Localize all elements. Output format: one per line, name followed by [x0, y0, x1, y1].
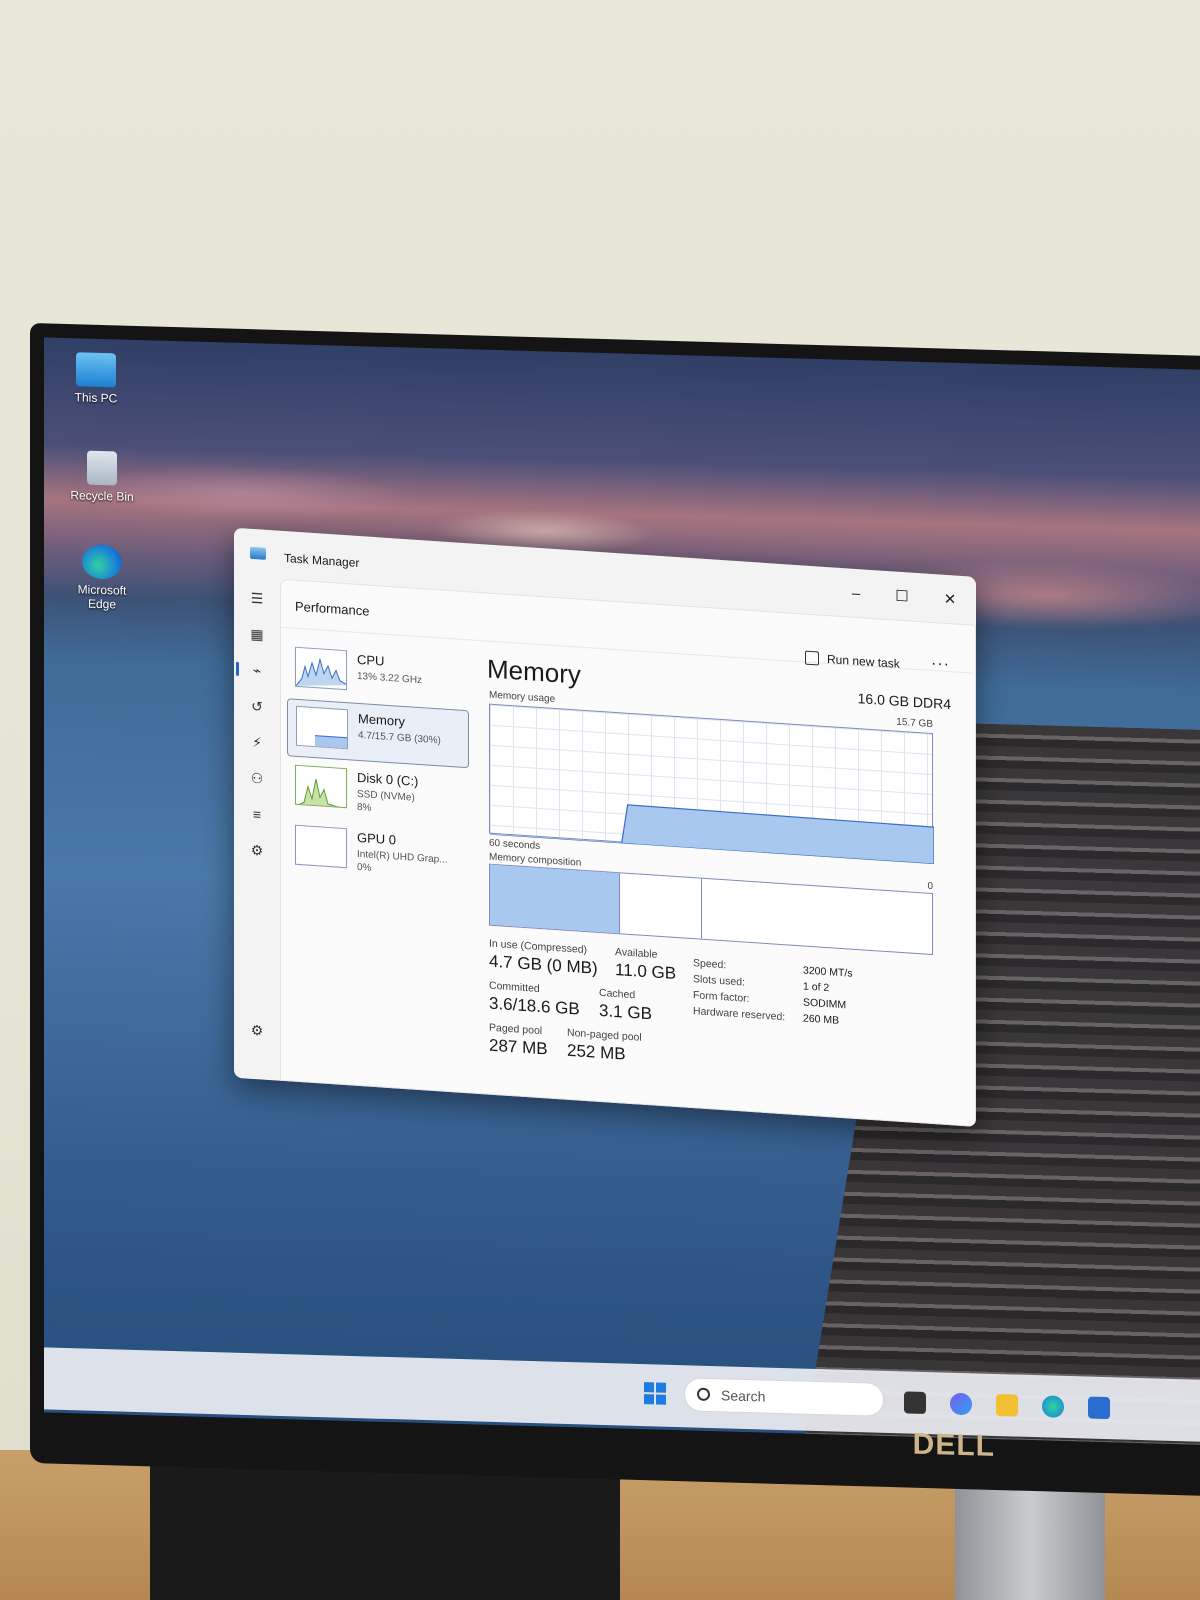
detail-title: Memory [487, 653, 581, 690]
gpu-thumbnail-graph [295, 824, 347, 869]
performance-icon[interactable]: ⌁ [244, 656, 270, 684]
cpu-thumbnail-graph [295, 646, 347, 691]
memory-usage-label: Memory usage [489, 689, 556, 706]
run-new-task-button[interactable]: Run new task [805, 650, 900, 671]
monitor-icon [76, 352, 116, 388]
memory-usage-max: 15.7 GB [896, 716, 933, 731]
memory-detail-panel: Memory 16.0 GB DDR4 Memory usage 15.7 GB… [487, 653, 957, 1124]
details-icon[interactable]: ≡ [244, 800, 270, 828]
window-title: Task Manager [284, 551, 360, 571]
startup-apps-icon[interactable]: ⚡ [244, 728, 270, 756]
form-factor-value: SODIMM [803, 996, 847, 1012]
resource-usage-percent: 0% [357, 861, 372, 874]
resource-name: CPU [357, 651, 385, 669]
page-title: Performance [295, 598, 370, 619]
memory-usage-plot [490, 804, 934, 865]
paged-pool-value: 287 MB [489, 1035, 548, 1059]
speed-value: 3200 MT/s [803, 964, 853, 980]
more-options-button[interactable]: ··· [931, 655, 950, 674]
monitor-brand-logo: DELL [912, 1427, 995, 1463]
start-button-icon[interactable] [644, 1382, 666, 1405]
committed-value: 3.6/18.6 GB [489, 993, 580, 1019]
form-factor-label: Form factor: [693, 989, 750, 1005]
slots-used-label: Slots used: [693, 973, 745, 989]
resource-name: Disk 0 (C:) [357, 769, 419, 789]
settings-icon[interactable]: ⚙ [244, 1016, 270, 1044]
paged-pool-label: Paged pool [489, 1021, 543, 1038]
graph-min-label: 0 [927, 880, 933, 893]
main-content: Performance Run new task ··· CPU 13% 3.2… [280, 578, 976, 1127]
memory-usage-graph [489, 703, 934, 865]
composition-modified[interactable] [620, 873, 702, 939]
users-icon[interactable]: ⚇ [244, 764, 270, 792]
edge-taskbar-icon[interactable] [1042, 1395, 1064, 1418]
desktop-icon-edge[interactable]: Microsoft Edge [62, 544, 142, 612]
memory-spec: 16.0 GB DDR4 [857, 690, 951, 713]
non-paged-pool-value: 252 MB [567, 1040, 626, 1064]
search-placeholder: Search [721, 1387, 766, 1405]
desktop-icon-recycle-bin[interactable]: Recycle Bin [62, 450, 142, 504]
resource-name: Memory [358, 710, 405, 730]
task-manager-icon [250, 546, 266, 560]
file-explorer-icon[interactable] [996, 1393, 1018, 1417]
composition-in-use[interactable] [490, 864, 620, 934]
resource-list: CPU 13% 3.22 GHz Memory 4.7/15.7 GB (30%… [287, 640, 477, 1093]
memory-thumbnail-graph [296, 705, 348, 750]
hardware-reserved-value: 260 MB [803, 1012, 840, 1027]
close-button[interactable]: ✕ [930, 586, 970, 615]
store-icon[interactable] [1088, 1396, 1110, 1420]
resource-subtitle: Intel(R) UHD Grap... 0% [357, 848, 448, 880]
available-label: Available [615, 945, 658, 961]
search-icon [697, 1387, 710, 1401]
desktop-icon-label: Recycle Bin [70, 488, 134, 504]
cached-value: 3.1 GB [599, 1000, 652, 1024]
resource-name: GPU 0 [357, 829, 397, 848]
resource-subtitle: SSD (NVMe) 8% [357, 788, 415, 818]
cached-label: Cached [599, 986, 636, 1002]
services-icon[interactable]: ⚙ [244, 836, 270, 864]
task-view-icon[interactable] [904, 1391, 926, 1415]
time-span-label: 60 seconds [489, 837, 541, 853]
desktop-icon-this-pc[interactable]: This PC [56, 352, 136, 406]
taskbar-search-box[interactable]: Search [684, 1377, 884, 1417]
monitor: This PC Recycle Bin Microsoft Edge Task … [30, 323, 1200, 1496]
composition-standby-free[interactable] [702, 879, 934, 954]
available-value: 11.0 GB [615, 959, 677, 984]
edge-icon [82, 544, 122, 580]
disk-thumbnail-graph [295, 764, 347, 809]
hamburger-menu-icon[interactable]: ☰ [244, 584, 270, 612]
processes-icon[interactable]: ▦ [244, 620, 270, 648]
app-history-icon[interactable]: ↺ [244, 692, 270, 720]
hardware-reserved-label: Hardware reserved: [693, 1005, 786, 1024]
task-manager-window: Task Manager – ☐ ✕ ☰ ▦ ⌁ ↺ ⚡ ⚇ ≡ ⚙ ⚙ Per… [234, 527, 976, 1127]
copilot-icon[interactable] [950, 1392, 972, 1416]
minimize-button[interactable]: – [836, 580, 876, 609]
resource-item-disk[interactable]: Disk 0 (C:) SSD (NVMe) 8% [287, 758, 469, 828]
committed-label: Committed [489, 979, 540, 995]
speed-label: Speed: [693, 957, 727, 972]
resource-subtitle: 13% 3.22 GHz [357, 670, 423, 687]
resource-subtitle: 4.7/15.7 GB (30%) [358, 729, 441, 747]
run-new-task-label: Run new task [827, 652, 900, 671]
maximize-button[interactable]: ☐ [882, 583, 922, 612]
desktop-screen: This PC Recycle Bin Microsoft Edge Task … [44, 337, 1200, 1445]
resource-item-memory[interactable]: Memory 4.7/15.7 GB (30%) [287, 698, 469, 769]
side-navigation: ☰ ▦ ⌁ ↺ ⚡ ⚇ ≡ ⚙ ⚙ [234, 576, 280, 1081]
recycle-bin-icon [87, 450, 117, 486]
new-task-icon [805, 650, 819, 666]
resource-item-gpu[interactable]: GPU 0 Intel(R) UHD Grap... 0% [287, 818, 469, 888]
desktop-icon-label: Microsoft Edge [77, 582, 127, 612]
slots-used-value: 1 of 2 [803, 980, 830, 995]
desktop-icon-label: This PC [74, 390, 118, 406]
resource-usage-percent: 8% [357, 801, 372, 814]
